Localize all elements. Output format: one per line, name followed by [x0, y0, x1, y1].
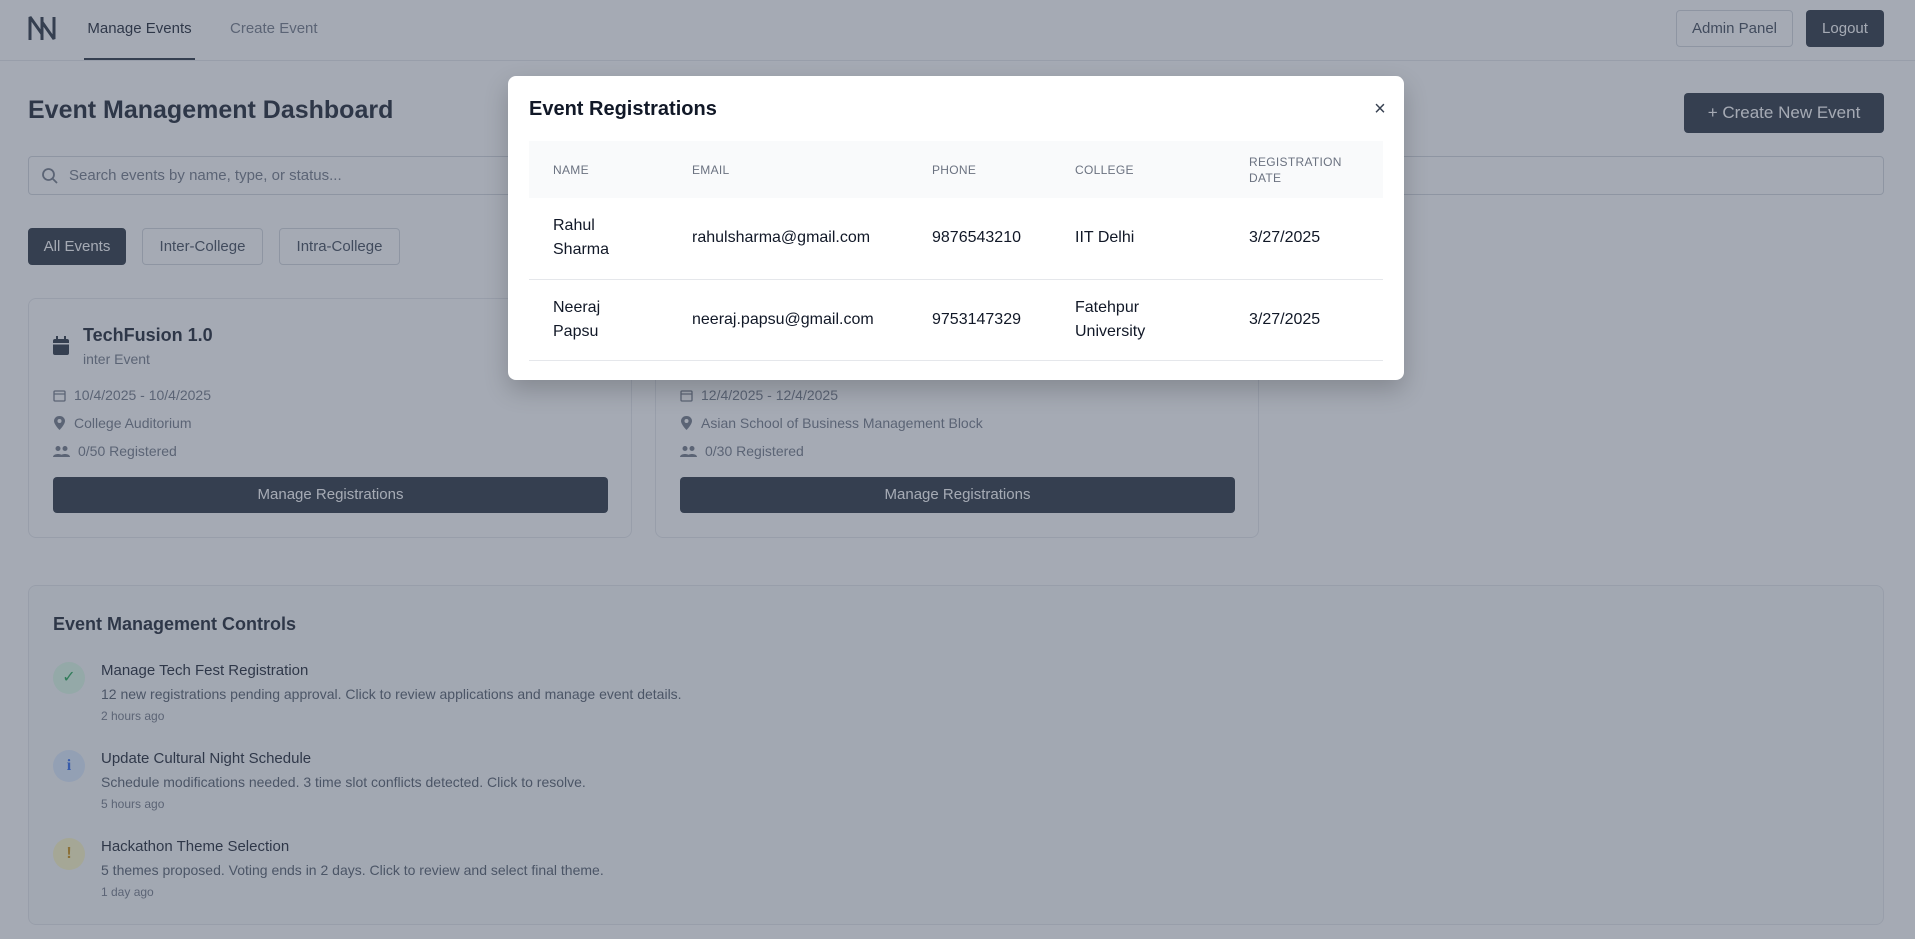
cell-name: Neeraj Papsu [529, 279, 668, 361]
table-header-row: NAME EMAIL PHONE COLLEGE REGISTRATION DA… [529, 141, 1383, 198]
cell-phone: 9876543210 [908, 198, 1051, 280]
cell-registration-date: 3/27/2025 [1225, 279, 1383, 361]
table-row: Rahul Sharma rahulsharma@gmail.com 98765… [529, 198, 1383, 280]
cell-email: neeraj.papsu@gmail.com [668, 279, 908, 361]
event-registrations-modal: Event Registrations × NAME EMAIL PHONE C… [508, 76, 1404, 380]
cell-phone: 9753147329 [908, 279, 1051, 361]
cell-registration-date: 3/27/2025 [1225, 198, 1383, 280]
cell-college: IIT Delhi [1051, 198, 1225, 280]
cell-email: rahulsharma@gmail.com [668, 198, 908, 280]
cell-college: Fatehpur University [1051, 279, 1225, 361]
column-header-email: EMAIL [668, 141, 908, 198]
registrations-table: NAME EMAIL PHONE COLLEGE REGISTRATION DA… [529, 141, 1383, 361]
column-header-phone: PHONE [908, 141, 1051, 198]
modal-title: Event Registrations [529, 98, 717, 120]
column-header-name: NAME [529, 141, 668, 198]
close-icon[interactable]: × [1370, 98, 1390, 120]
table-row: Neeraj Papsu neeraj.papsu@gmail.com 9753… [529, 279, 1383, 361]
cell-name: Rahul Sharma [529, 198, 668, 280]
column-header-registration-date: REGISTRATION DATE [1225, 141, 1383, 198]
column-header-college: COLLEGE [1051, 141, 1225, 198]
